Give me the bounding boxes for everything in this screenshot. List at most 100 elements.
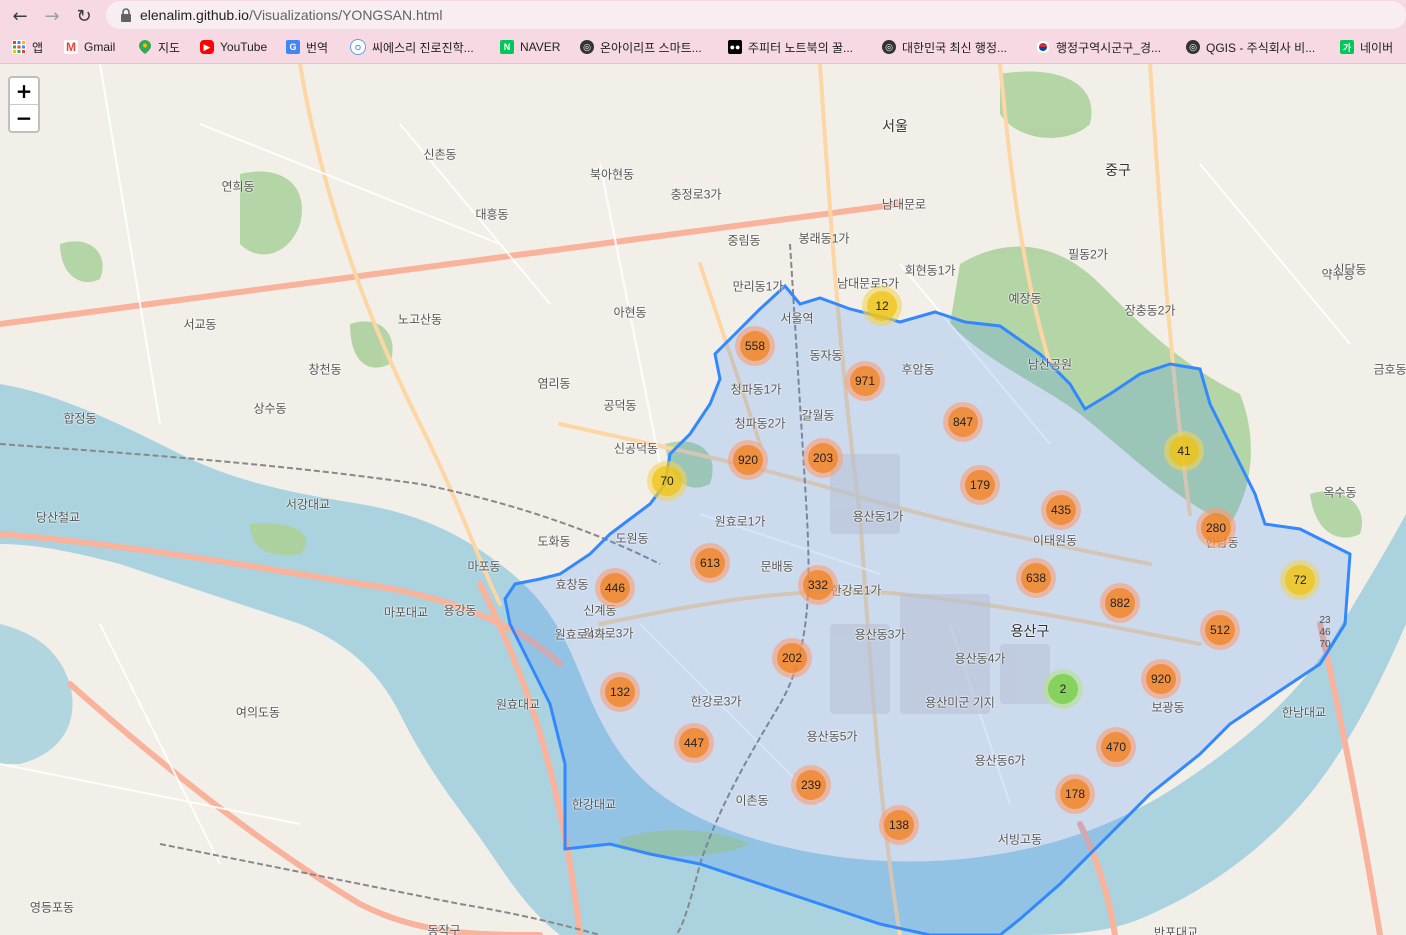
cluster-count: 512 [1205,615,1235,645]
place-label: 용산구 [1010,623,1050,639]
place-label: 상수동 [253,401,287,416]
zoom-in-button[interactable]: + [10,78,38,104]
place-label: 서울역 [780,311,814,326]
bookmark-label: 행정구역시군구_경... [1056,40,1161,55]
place-label: 도원동 [615,531,649,546]
cluster-marker[interactable]: 2 [1043,669,1083,709]
cluster-marker[interactable]: 512 [1200,610,1240,650]
bookmark-site-5[interactable]: 행정구역시군구_경... [1036,38,1161,56]
cluster-count: 72 [1285,565,1315,595]
cluster-marker[interactable]: 920 [1141,659,1181,699]
place-label: 서울 [882,118,908,134]
cluster-marker[interactable]: 239 [791,765,831,805]
bookmark-label: 네이버 [1360,40,1394,55]
bookmark-naver[interactable]: N NAVER [500,38,560,56]
place-label: 신당동 [1333,262,1367,277]
place-label: 한강대교 [571,797,617,812]
cluster-marker[interactable]: 132 [600,672,640,712]
place-label: 후암동 [901,362,935,377]
cluster-marker[interactable]: 882 [1100,583,1140,623]
cluster-marker[interactable]: 41 [1164,431,1204,471]
place-label: 서교동 [183,317,217,332]
place-label: 동작구 [427,923,461,935]
bookmark-maps[interactable]: 지도 [138,38,180,56]
medium-icon: ●● [728,40,742,54]
bookmark-label: Gmail [84,40,116,54]
place-label: 용산미군 기지 [925,695,995,710]
place-label: 연희동 [221,179,255,194]
zoom-control: + − [8,76,40,133]
small-cluster-value: 70 [1319,639,1331,650]
bookmark-translate[interactable]: G 번역 [286,38,328,56]
reload-icon[interactable]: ↻ [72,4,96,28]
cluster-count: 847 [948,407,978,437]
place-label: 신공덕동 [613,441,659,456]
bookmark-site-4[interactable]: ◎ 대한민국 최신 행정... [882,38,1007,56]
cluster-marker[interactable]: 971 [845,361,885,401]
cluster-marker[interactable]: 920 [728,440,768,480]
cluster-marker[interactable]: 446 [595,568,635,608]
cluster-marker[interactable]: 70 [647,461,687,501]
cluster-marker[interactable]: 203 [803,438,843,478]
bookmark-site-2[interactable]: ◎ 온아이리프 스마트... [580,38,702,56]
forward-arrow-icon[interactable]: → [40,4,64,28]
cluster-marker[interactable]: 638 [1016,558,1056,598]
place-label: 한강로1가 [830,583,882,598]
bookmark-label: 번역 [306,40,329,55]
bookmark-site-6[interactable]: ◎ QGIS - 주식회사 비... [1186,38,1315,56]
bookmark-label: 온아이리프 스마트... [600,40,702,55]
apps-grid-icon [12,40,26,54]
cluster-marker[interactable]: 447 [674,723,714,763]
globe-icon: ◎ [882,40,896,54]
cluster-marker[interactable]: 72 [1280,560,1320,600]
cluster-marker[interactable]: 470 [1096,727,1136,767]
cluster-count: 470 [1101,732,1131,762]
cluster-marker[interactable]: 12 [862,286,902,326]
cluster-marker[interactable]: 202 [772,638,812,678]
small-cluster-value: 23 [1319,615,1331,626]
place-label: 용강동 [443,603,477,618]
cluster-count: 12 [867,291,897,321]
place-label: 보광동 [1151,700,1185,715]
place-label: 공덕동 [603,398,637,413]
url-path: /Visualizations/YONGSAN.html [248,7,443,23]
bookmark-naver-dict[interactable]: 가 네이버 [1340,38,1393,56]
cluster-marker[interactable]: 435 [1041,490,1081,530]
cluster-marker[interactable]: 613 [690,543,730,583]
place-label: 용산동1가 [852,509,904,524]
cluster-marker[interactable]: 558 [735,326,775,366]
bookmark-apps[interactable]: 앱 [12,38,43,56]
place-label: 문배동 [760,559,794,574]
globe-icon: ◎ [580,40,594,54]
place-label: 갈월동 [801,408,835,423]
cluster-count: 203 [808,443,838,473]
cluster-marker[interactable]: 847 [943,402,983,442]
zoom-out-button[interactable]: − [10,104,38,131]
place-label: 청파동1가 [730,382,782,397]
cluster-marker[interactable]: 280 [1196,508,1236,548]
bookmark-label: 대한민국 최신 행정... [902,40,1007,55]
cluster-marker[interactable]: 178 [1055,774,1095,814]
place-label: 대흥동 [475,207,509,222]
map-viewport[interactable]: 서울 중구 용산구 청파동1가 청파동2가 원효로1가 원효로3가 원효로4가 용산동1가 용산동… [0,64,1406,935]
bookmark-site-3[interactable]: ●● 주피터 노트북의 꿀... [728,38,853,56]
browser-toolbar: ← → ↻ elenalim.github.io/Visualizations/… [0,0,1406,32]
cluster-count: 239 [796,770,826,800]
place-label: 청파동2가 [734,416,786,431]
place-label: 용산동5가 [806,729,858,744]
place-label: 옥수동 [1323,485,1357,500]
bookmark-gmail[interactable]: M Gmail [64,38,115,56]
cluster-count: 332 [803,570,833,600]
cluster-count: 613 [695,548,725,578]
cluster-marker[interactable]: 179 [960,465,1000,505]
url-text[interactable]: elenalim.github.io/Visualizations/YONGSA… [140,7,442,23]
place-label: 용산동3가 [854,627,906,642]
bookmark-youtube[interactable]: ▶ YouTube [200,38,267,56]
place-label: 도화동 [537,534,571,549]
cluster-marker[interactable]: 332 [798,565,838,605]
bookmark-site-1[interactable]: ㅇ 씨에스리 진로진학... [350,38,474,56]
cluster-marker[interactable]: 138 [879,805,919,845]
cluster-count: 638 [1021,563,1051,593]
naver-dict-icon: 가 [1340,40,1354,54]
back-arrow-icon[interactable]: ← [8,4,32,28]
